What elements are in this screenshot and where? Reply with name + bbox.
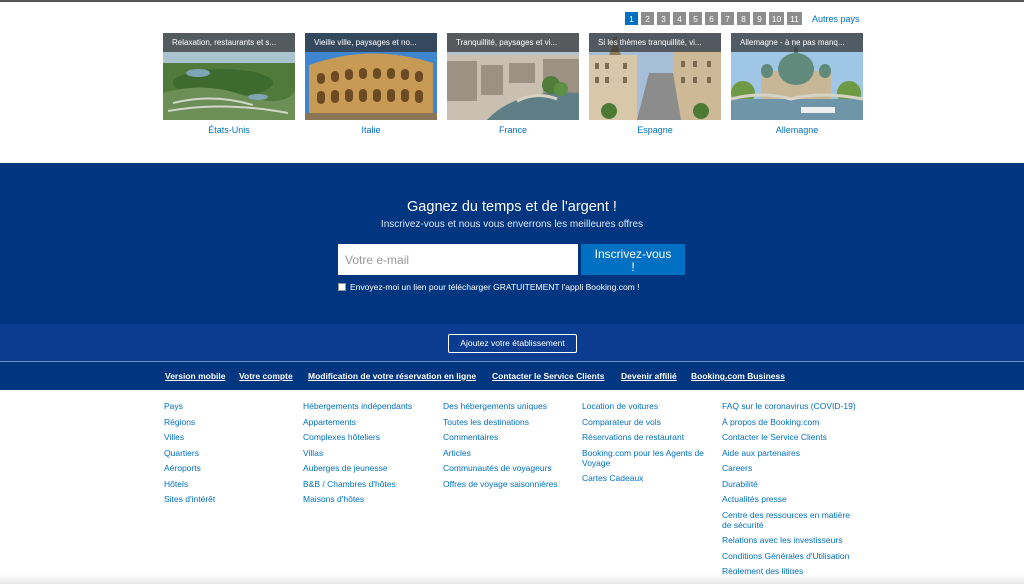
destination-name[interactable]: Allemagne [731,125,863,135]
destination-card-france[interactable]: Tranquillité, paysages et vi... France [447,33,579,135]
destination-name[interactable]: France [447,125,579,135]
footer-link[interactable]: Durabilité [722,479,857,489]
subscribe-button-label-end: ! [631,260,635,274]
mobile-version-link[interactable]: Version mobile [165,371,225,381]
footer-link[interactable]: Conditions Générales d'Utilisation [722,551,857,561]
app-link-checkbox[interactable] [338,283,346,291]
customer-service-link[interactable]: Contacter le Service Clients [492,371,604,381]
destination-cards: Relaxation, restaurants et s... États-Un… [163,33,863,135]
footer-top-links: Version mobile Votre compte Modification… [0,362,1024,390]
destination-card-spain[interactable]: Si les thèmes tranquillité, vi... Espagn… [589,33,721,135]
destination-caption: Tranquillité, paysages et vi... [447,33,579,52]
footer-link[interactable]: À propos de Booking.com [722,417,857,427]
destination-name[interactable]: États-Unis [163,125,295,135]
subscribe-button[interactable]: Inscrivez-vous ! [581,244,685,275]
destination-name[interactable]: Espagne [589,125,721,135]
footer-column-discover: Des hébergements uniques Toutes les dest… [443,401,573,494]
destination-caption: Allemagne - à ne pas manq... [731,33,863,52]
footer-link[interactable]: Maisons d'hôtes [303,494,433,504]
destination-card-germany[interactable]: Allemagne - à ne pas manq... Allemagne [731,33,863,135]
footer-link[interactable]: Location de voitures [582,401,712,411]
footer-link[interactable]: Comparateur de vols [582,417,712,427]
booking-business-link[interactable]: Booking.com Business [691,371,785,381]
page-button-9[interactable]: 9 [753,12,766,25]
footer-link[interactable]: Cartes Cadeaux [582,473,712,483]
footer-link[interactable]: Centre des ressources en matière de sécu… [722,510,857,530]
footer-link[interactable]: Articles [443,448,573,458]
footer-link[interactable]: Pays [164,401,284,411]
destination-caption: Si les thèmes tranquillité, vi... [589,33,721,52]
add-property-section: Ajoutez votre établissement [0,324,1024,362]
newsletter-subtitle: Inscrivez-vous et nous vous enverrons le… [380,219,644,230]
footer-link[interactable]: Appartements [303,417,433,427]
bottom-shade [0,574,1024,584]
other-countries-link[interactable]: Autres pays [812,14,860,24]
footer-link[interactable]: Sites d'intérêt [164,494,284,504]
footer-link[interactable]: Aéroports [164,463,284,473]
page-button-3[interactable]: 3 [657,12,670,25]
footer-link[interactable]: Régions [164,417,284,427]
add-property-button[interactable]: Ajoutez votre établissement [448,334,577,353]
page-button-10[interactable]: 10 [769,12,784,25]
page-button-11[interactable]: 11 [787,12,802,25]
country-pagination: 1 2 3 4 5 6 7 8 9 10 11 Autres pays [625,12,860,25]
footer-link[interactable]: Offres de voyage saisonnières [443,479,573,489]
destination-image-usa[interactable]: Relaxation, restaurants et s... [163,33,295,120]
top-border [0,0,1024,2]
page-button-5[interactable]: 5 [689,12,702,25]
destination-image-italy[interactable]: Vieille ville, paysages et no... [305,33,437,120]
page: 1 2 3 4 5 6 7 8 9 10 11 Autres pays Rela… [0,0,1024,584]
page-button-7[interactable]: 7 [721,12,734,25]
footer-link[interactable]: Commentaires [443,432,573,442]
footer-link[interactable]: Villas [303,448,433,458]
footer-column-places: Pays Régions Villes Quartiers Aéroports … [164,401,284,510]
your-account-link[interactable]: Votre compte [239,371,293,381]
footer-link[interactable]: Complexes hôteliers [303,432,433,442]
destination-image-spain[interactable]: Si les thèmes tranquillité, vi... [589,33,721,120]
footer-link[interactable]: Réservations de restaurant [582,432,712,442]
footer-link[interactable]: Villes [164,432,284,442]
footer-link[interactable]: Quartiers [164,448,284,458]
destination-caption: Vieille ville, paysages et no... [305,33,437,52]
footer-link[interactable]: Relations avec les investisseurs [722,535,857,545]
destination-image-france[interactable]: Tranquillité, paysages et vi... [447,33,579,120]
footer-link[interactable]: Actualités presse [722,494,857,504]
newsletter-section: Gagnez du temps et de l'argent ! Inscriv… [0,163,1024,324]
footer-link[interactable]: Communautés de voyageurs [443,463,573,473]
footer-link[interactable]: Contacter le Service Clients [722,432,857,442]
affiliate-link[interactable]: Devenir affilié [621,371,677,381]
page-button-2[interactable]: 2 [641,12,654,25]
page-button-1[interactable]: 1 [625,12,638,25]
modify-booking-link[interactable]: Modification de votre réservation en lig… [308,371,476,381]
footer-link[interactable]: Auberges de jeunesse [303,463,433,473]
footer-column-about: FAQ sur le coronavirus (COVID-19) À prop… [722,401,857,582]
footer-link[interactable]: Aide aux partenaires [722,448,857,458]
destination-card-italy[interactable]: Vieille ville, paysages et no... Italie [305,33,437,135]
destination-card-usa[interactable]: Relaxation, restaurants et s... États-Un… [163,33,295,135]
destination-caption: Relaxation, restaurants et s... [163,33,295,52]
footer-link[interactable]: B&B / Chambres d'hôtes [303,479,433,489]
footer-link[interactable]: Toutes les destinations [443,417,573,427]
destination-name[interactable]: Italie [305,125,437,135]
footer-link[interactable]: Careers [722,463,857,473]
footer-link[interactable]: FAQ sur le coronavirus (COVID-19) [722,401,857,411]
footer-column-accommodations: Hébergements indépendants Appartements C… [303,401,433,510]
page-button-6[interactable]: 6 [705,12,718,25]
app-link-checkbox-row[interactable]: Envoyez-moi un lien pour télécharger GRA… [338,282,639,292]
newsletter-title: Gagnez du temps et de l'argent ! [407,199,617,215]
email-input[interactable]: Votre e-mail [338,244,578,275]
destination-image-germany[interactable]: Allemagne - à ne pas manq... [731,33,863,120]
app-link-checkbox-label: Envoyez-moi un lien pour télécharger GRA… [350,282,640,292]
footer-link[interactable]: Des hébergements uniques [443,401,573,411]
footer-column-services: Location de voitures Comparateur de vols… [582,401,712,489]
footer-link[interactable]: Hébergements indépendants [303,401,433,411]
page-button-4[interactable]: 4 [673,12,686,25]
footer-link[interactable]: Booking.com pour les Agents de Voyage [582,448,712,468]
page-button-8[interactable]: 8 [737,12,750,25]
footer-link[interactable]: Hôtels [164,479,284,489]
